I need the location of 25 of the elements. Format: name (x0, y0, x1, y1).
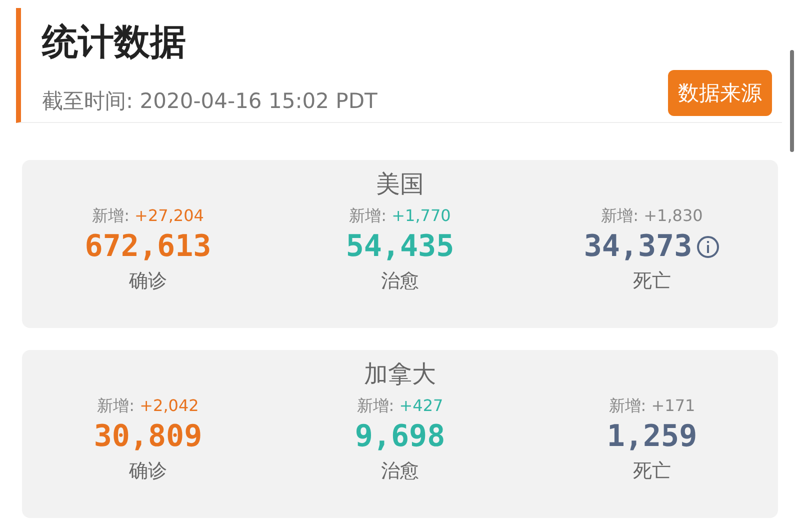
country-name: 美国 (376, 169, 424, 200)
total-count: 54,435 (346, 229, 454, 264)
page-title: 统计数据 (42, 21, 187, 65)
daily-increase: 新增: +1,770 (349, 206, 451, 227)
daily-increase: 新增: +171 (608, 396, 696, 417)
daily-increase: 新增: +2,042 (97, 396, 199, 417)
total-count: 30,809 (94, 419, 202, 454)
country-name: 加拿大 (364, 359, 436, 390)
daily-increase: 新增: +1,830 (601, 206, 703, 227)
data-source-button[interactable]: 数据来源 (668, 70, 772, 116)
stat-label: 治愈 (381, 459, 419, 484)
info-icon[interactable] (696, 234, 720, 258)
total-count: 34,373 (584, 229, 692, 264)
stat-label: 确诊 (129, 459, 167, 484)
daily-increase: 新增: +427 (356, 396, 444, 417)
daily-increase: 新增: +27,204 (92, 206, 204, 227)
total-count: 1,259 (606, 419, 698, 454)
stat-label: 确诊 (129, 269, 167, 294)
update-time: 截至时间: 2020-04-16 15:02 PDT (42, 88, 378, 115)
stat-label: 治愈 (381, 269, 419, 294)
total-count: 9,698 (354, 419, 446, 454)
scrollbar[interactable] (790, 50, 794, 152)
stat-label: 死亡 (633, 269, 671, 294)
stat-label: 死亡 (633, 459, 671, 484)
total-count: 672,613 (84, 229, 212, 264)
